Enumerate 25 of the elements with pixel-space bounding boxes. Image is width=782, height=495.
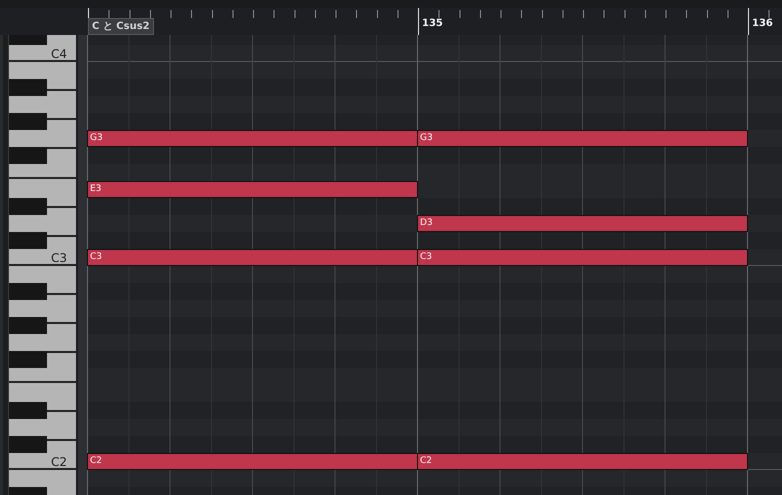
midi-note[interactable]: C3 (87, 249, 418, 266)
piano-key[interactable] (9, 402, 47, 419)
midi-note[interactable]: C3 (417, 249, 748, 266)
midi-note[interactable]: G3 (417, 130, 748, 147)
piano-keyboard[interactable]: C4 C3 C2 (9, 35, 76, 495)
bar-number: 135 (422, 18, 443, 29)
piano-key[interactable] (9, 147, 47, 164)
octave-label: C2 (50, 455, 67, 469)
bar-number: 136 (752, 18, 773, 29)
midi-note[interactable]: E3 (87, 181, 418, 198)
marker-label[interactable]: C と Csus2 (88, 18, 154, 35)
octave-label: C3 (50, 251, 67, 265)
midi-note[interactable]: D3 (417, 215, 748, 232)
midi-note[interactable]: C2 (417, 453, 748, 470)
midi-note[interactable]: G3 (87, 130, 418, 147)
piano-key[interactable] (9, 436, 47, 453)
piano-key[interactable] (9, 283, 47, 300)
piano-key[interactable] (9, 198, 47, 215)
piano-key[interactable] (9, 232, 47, 249)
piano-key[interactable] (9, 317, 47, 334)
midi-note[interactable]: C2 (87, 453, 418, 470)
piano-key[interactable] (9, 351, 47, 368)
octave-label: C4 (50, 47, 67, 61)
piano-key[interactable] (9, 79, 47, 96)
piano-key[interactable] (9, 113, 47, 130)
